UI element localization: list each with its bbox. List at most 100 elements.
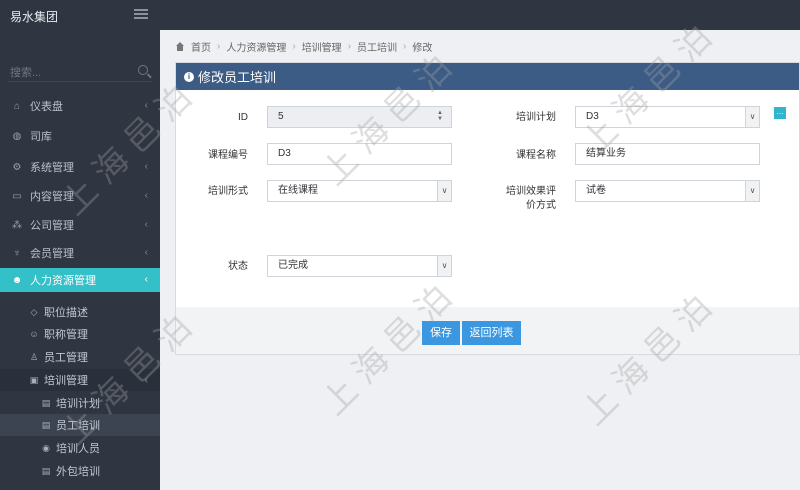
chevron-left-icon: ‹ bbox=[144, 219, 148, 230]
form-select[interactable]: 在线课程 ∨ bbox=[267, 180, 452, 202]
breadcrumb-separator: › bbox=[292, 41, 296, 52]
sidebar: 搜索... ⌂ 仪表盘 ‹ ◍ 司库 ⚙ 系统管理 ‹ ▭ 内容管理 ‹ ⁂ 公… bbox=[0, 30, 160, 490]
menu-toggle-icon[interactable] bbox=[134, 9, 148, 20]
eye-icon: ◉ bbox=[42, 442, 50, 453]
chevron-down-icon: ∨ bbox=[437, 256, 451, 276]
panel-title: 修改员工培训 bbox=[198, 70, 277, 85]
sidebar-item-dashboard[interactable]: ⌂ 仪表盘 ‹ bbox=[0, 94, 160, 118]
sidebar-sub-item-label: 职称管理 bbox=[44, 329, 88, 341]
trophy-icon: ♆ bbox=[13, 247, 21, 259]
sidebar-item-label: 人力资源管理 bbox=[30, 275, 96, 287]
sidebar-sub-sub-item-outsourced[interactable]: ▤ 外包培训 bbox=[0, 460, 160, 482]
id-value: 5 bbox=[278, 111, 284, 122]
course-no-value: D3 bbox=[278, 148, 291, 159]
breadcrumb-current: 修改 bbox=[412, 43, 433, 54]
home-icon bbox=[175, 42, 185, 51]
user-icon: ♙ bbox=[29, 351, 39, 362]
sidebar-sub-sub-item-label: 外包培训 bbox=[56, 466, 100, 478]
sidebar-item-members[interactable]: ♆ 会员管理 ‹ bbox=[0, 241, 160, 265]
chevron-left-icon: ‹ bbox=[144, 161, 148, 172]
course-name-field[interactable]: 结算业务 bbox=[575, 143, 760, 165]
edit-panel: i 修改员工培训 ID 5 ▲ ▼ 培训计划 D3 ∨ ... 课程编号 D3 课… bbox=[175, 62, 800, 355]
briefcase-icon: ▣ bbox=[29, 374, 39, 385]
sidebar-item-company[interactable]: ⁂ 公司管理 ‹ bbox=[0, 213, 160, 237]
chevron-down-icon: ‹ bbox=[144, 374, 148, 386]
plan-value: D3 bbox=[586, 111, 599, 122]
breadcrumb-training[interactable]: 培训管理 bbox=[302, 39, 342, 54]
course-no-field[interactable]: D3 bbox=[267, 143, 452, 165]
gears-icon: ⚙ bbox=[12, 161, 22, 173]
breadcrumb-separator: › bbox=[217, 41, 221, 52]
eval-label: 培训效果评 价方式 bbox=[486, 185, 556, 213]
card-icon: ▭ bbox=[12, 190, 22, 202]
card-icon: ▤ bbox=[41, 397, 51, 408]
users-icon: ☻ bbox=[11, 274, 23, 286]
status-select[interactable]: 已完成 ∨ bbox=[267, 255, 452, 277]
sidebar-item-label: 仪表盘 bbox=[30, 101, 63, 113]
breadcrumb-employee-training[interactable]: 员工培训 bbox=[357, 39, 397, 54]
breadcrumb-separator: › bbox=[403, 41, 407, 52]
chevron-down-icon: ∨ bbox=[745, 107, 759, 127]
info-icon: i bbox=[184, 71, 194, 82]
form-value: 在线课程 bbox=[278, 185, 318, 196]
sitemap-icon: ⁂ bbox=[12, 219, 22, 231]
sidebar-sub-sub-item-label: 员工培训 bbox=[56, 420, 100, 432]
sidebar-sub-item-job-desc[interactable]: ◇ 职位描述 bbox=[0, 301, 160, 323]
plan-select[interactable]: D3 ∨ bbox=[575, 106, 760, 128]
panel-header: i 修改员工培训 bbox=[176, 63, 799, 90]
search-icon[interactable] bbox=[138, 65, 148, 75]
search-input[interactable]: 搜索... bbox=[10, 64, 41, 80]
chevron-down-icon: ∨ bbox=[437, 181, 451, 201]
card-icon: ▤ bbox=[41, 419, 51, 430]
status-label: 状态 bbox=[228, 261, 248, 272]
eval-select[interactable]: 试卷 ∨ bbox=[575, 180, 760, 202]
sidebar-item-label: 会员管理 bbox=[30, 248, 74, 260]
spinner-icon: ▲ ▼ bbox=[437, 110, 443, 122]
id-field: 5 ▲ ▼ bbox=[267, 106, 452, 128]
sidebar-sub-item-label: 培训管理 bbox=[44, 375, 88, 387]
card-icon: ▤ bbox=[41, 465, 51, 476]
chevron-left-icon: ‹ bbox=[144, 190, 148, 201]
sidebar-sub-item-training[interactable]: ▣ 培训管理 ‹ bbox=[0, 369, 160, 391]
eval-label-line2: 价方式 bbox=[526, 200, 556, 211]
course-name-value: 结算业务 bbox=[586, 148, 626, 159]
brand-name: 易水集团 bbox=[10, 10, 59, 24]
eval-label-line1: 培训效果评 bbox=[506, 186, 556, 197]
sidebar-item-label: 系统管理 bbox=[30, 162, 74, 174]
sidebar-search[interactable]: 搜索... bbox=[8, 60, 152, 82]
sidebar-sub-item-titles[interactable]: ☺ 职称管理 bbox=[0, 323, 160, 345]
user-group-icon: ☺ bbox=[29, 329, 39, 339]
sidebar-item-content[interactable]: ▭ 内容管理 ‹ bbox=[0, 184, 160, 208]
sidebar-sub-item-label: 职位描述 bbox=[44, 307, 88, 319]
chevron-left-icon: ‹ bbox=[144, 247, 148, 258]
form-label: 培训形式 bbox=[208, 186, 248, 197]
sidebar-sub-item-employees[interactable]: ♙ 员工管理 bbox=[0, 346, 160, 368]
save-button[interactable]: 保存 bbox=[422, 321, 460, 345]
course-no-label: 课程编号 bbox=[208, 150, 248, 161]
sidebar-item-system[interactable]: ⚙ 系统管理 ‹ bbox=[0, 155, 160, 179]
globe-icon: ◍ bbox=[12, 130, 22, 142]
id-label: ID bbox=[238, 112, 248, 123]
top-bar: 易水集团 bbox=[0, 0, 800, 30]
add-plan-label: ... bbox=[776, 107, 784, 116]
back-to-list-button[interactable]: 返回列表 bbox=[462, 321, 521, 345]
breadcrumb-hr[interactable]: 人力资源管理 bbox=[226, 39, 286, 54]
sidebar-item-label: 司库 bbox=[30, 131, 52, 143]
breadcrumb: 首页 › 人力资源管理 › 培训管理 › 员工培训 › 修改 bbox=[175, 39, 432, 54]
add-plan-button[interactable]: ... bbox=[774, 107, 786, 119]
sidebar-item-hr[interactable]: ☻ 人力资源管理 ‹ bbox=[0, 268, 160, 292]
sidebar-sub-sub-item-training-plan[interactable]: ▤ 培训计划 bbox=[0, 392, 160, 414]
breadcrumb-separator: › bbox=[347, 41, 352, 52]
plan-label: 培训计划 bbox=[516, 112, 556, 123]
sidebar-item-treasury[interactable]: ◍ 司库 bbox=[0, 124, 160, 148]
sidebar-sub-sub-item-label: 培训计划 bbox=[56, 398, 100, 410]
sidebar-item-label: 内容管理 bbox=[30, 191, 74, 203]
sidebar-item-label: 公司管理 bbox=[30, 220, 74, 232]
sidebar-sub-sub-item-employee-training[interactable]: ▤ 员工培训 bbox=[0, 414, 160, 436]
diamond-icon: ◇ bbox=[30, 306, 38, 317]
chevron-down-icon: ‹ bbox=[144, 274, 148, 285]
sidebar-sub-sub-item-trainees[interactable]: ◉ 培训人员 bbox=[0, 437, 160, 459]
breadcrumb-home[interactable]: 首页 bbox=[191, 39, 211, 54]
chevron-down-icon: ∨ bbox=[745, 181, 759, 201]
eval-value: 试卷 bbox=[586, 185, 606, 196]
